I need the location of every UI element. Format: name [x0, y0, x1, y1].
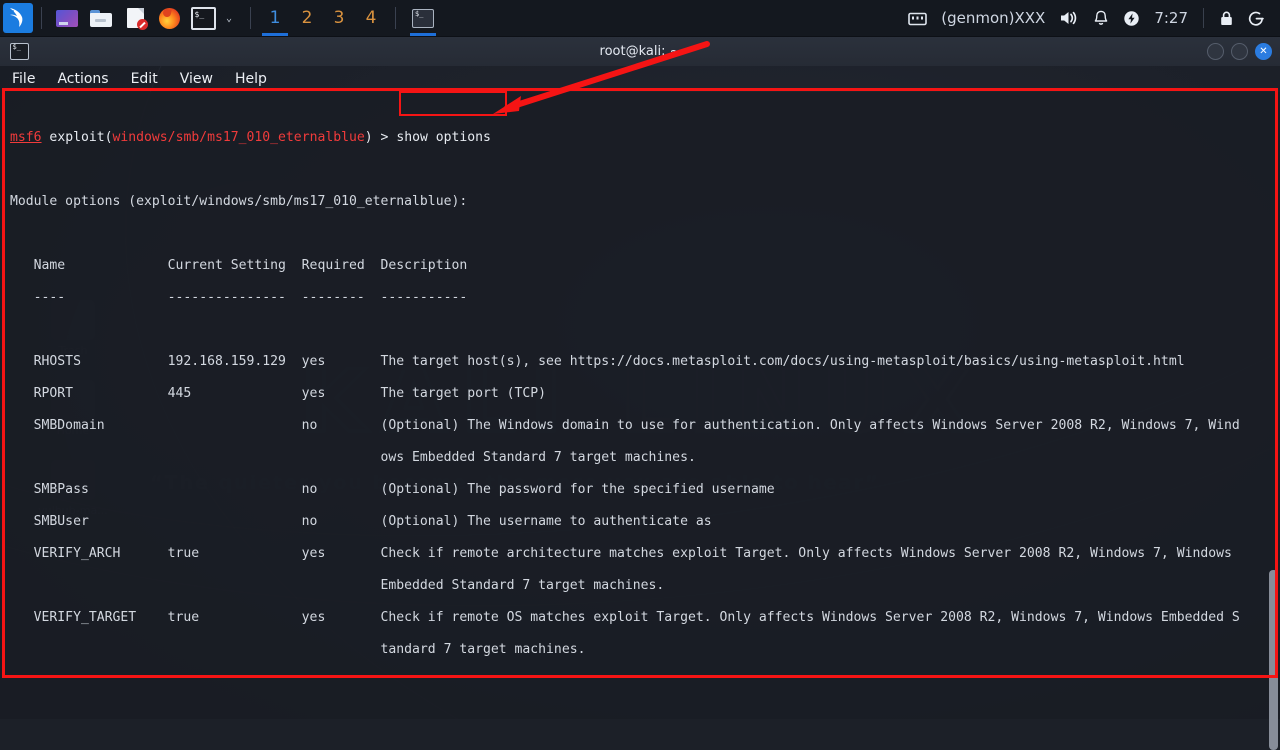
bell-icon[interactable]	[1093, 10, 1109, 27]
module-options-heading: Module options (exploit/windows/smb/ms17…	[10, 194, 468, 209]
text-editor-icon[interactable]	[122, 5, 148, 31]
window-titlebar[interactable]: $_ root@kali: ~ ✕	[0, 36, 1280, 66]
terminal-text: msf6 exploit(windows/smb/ms17_010_eterna…	[10, 98, 1280, 719]
table-row-verify-arch-cont: Embedded Standard 7 target machines.	[10, 578, 665, 593]
network-icon[interactable]	[908, 11, 928, 26]
taskbar-window-active-underline	[410, 33, 436, 36]
taskbar-divider	[250, 7, 251, 29]
terminal-output-area[interactable]: msf6 exploit(windows/smb/ms17_010_eterna…	[0, 92, 1280, 719]
menu-edit[interactable]: Edit	[131, 71, 158, 87]
taskbar-window-terminal[interactable]: $_	[410, 7, 436, 36]
workspace-label: 2	[301, 8, 313, 28]
menu-help[interactable]: Help	[235, 71, 267, 87]
file-manager-icon[interactable]	[88, 5, 114, 31]
workspace-1[interactable]: 1	[259, 0, 291, 36]
table-row-verify-arch: VERIFY_ARCH true yes Check if remote arc…	[10, 546, 1232, 561]
genmon-plugin-text[interactable]: (genmon)XXX	[941, 9, 1045, 27]
tray-divider	[1203, 8, 1204, 28]
workspace-active-underline	[262, 33, 288, 36]
table-row-verify-target-cont: tandard 7 target machines.	[10, 642, 586, 657]
workspace-label: 1	[269, 8, 281, 28]
app-launcher-icon[interactable]	[54, 5, 80, 31]
taskbar-window-glyph: $_	[415, 9, 424, 18]
workspace-label: 3	[333, 8, 345, 28]
menu-file[interactable]: File	[12, 71, 35, 87]
prompt-msf: msf6	[10, 130, 42, 145]
prompt-exploit-close: ) >	[364, 130, 397, 145]
taskbar-divider	[395, 7, 396, 29]
workspace-4[interactable]: 4	[355, 0, 387, 36]
clock[interactable]: 7:27	[1154, 9, 1188, 27]
power-icon[interactable]	[1123, 10, 1140, 27]
terminal-prompt-line: msf6 exploit(windows/smb/ms17_010_eterna…	[10, 130, 1280, 146]
terminal-icon: $_	[10, 42, 29, 60]
menu-view[interactable]: View	[180, 71, 213, 87]
workspace-switcher: 1 2 3 4	[259, 0, 387, 36]
terminal-icon[interactable]: $_	[190, 5, 216, 31]
chevron-down-icon[interactable]: ⌄	[220, 5, 238, 31]
maximize-button[interactable]	[1231, 42, 1248, 60]
window-controls: ✕	[1207, 42, 1280, 60]
lock-icon[interactable]	[1219, 10, 1234, 27]
table-row-rport: RPORT 445 yes The target port (TCP)	[10, 386, 547, 401]
prompt-module: windows/smb/ms17_010_eternalblue	[112, 130, 365, 145]
terminal-scrollbar[interactable]	[1269, 570, 1278, 750]
taskbar-divider	[41, 7, 42, 29]
menu-actions[interactable]: Actions	[57, 71, 108, 87]
volume-icon[interactable]	[1059, 10, 1079, 26]
menubar: File Actions Edit View Help	[0, 66, 1280, 92]
terminal-window: $_ root@kali: ~ ✕ File Actions Edit View…	[0, 36, 1280, 750]
system-tray: (genmon)XXX 7:27	[901, 0, 1280, 36]
table-row-smbdomain-cont: ows Embedded Standard 7 target machines.	[10, 450, 696, 465]
dragon-icon	[10, 8, 23, 27]
table-row-smbuser: SMBUser no (Optional) The username to au…	[10, 514, 712, 529]
window-title: root@kali: ~	[599, 43, 681, 59]
logout-icon[interactable]	[1248, 10, 1265, 27]
typed-command: show options	[396, 130, 491, 145]
workspace-label: 4	[365, 8, 377, 28]
taskbar: $_ ⌄ 1 2 3 4 $_ (genmon)XXX 7:27	[0, 0, 1280, 37]
minimize-button[interactable]	[1207, 42, 1224, 60]
table-row-smbdomain: SMBDomain no (Optional) The Windows doma…	[10, 418, 1240, 433]
close-button[interactable]: ✕	[1255, 42, 1272, 60]
prompt-exploit-open: exploit(	[41, 130, 113, 145]
taskbar-spacer	[442, 0, 901, 36]
module-table-rule: ---- --------------- -------- ----------…	[10, 290, 468, 305]
workspace-3[interactable]: 3	[323, 0, 355, 36]
kali-dragon-logo[interactable]	[3, 3, 33, 33]
table-row-rhosts: RHOSTS 192.168.159.129 yes The target ho…	[10, 354, 1185, 369]
table-row-smbpass: SMBPass no (Optional) The password for t…	[10, 482, 775, 497]
module-table-header: Name Current Setting Required Descriptio…	[10, 258, 468, 273]
table-row-verify-target: VERIFY_TARGET true yes Check if remote O…	[10, 610, 1240, 625]
firefox-icon[interactable]	[156, 5, 182, 31]
workspace-2[interactable]: 2	[291, 0, 323, 36]
